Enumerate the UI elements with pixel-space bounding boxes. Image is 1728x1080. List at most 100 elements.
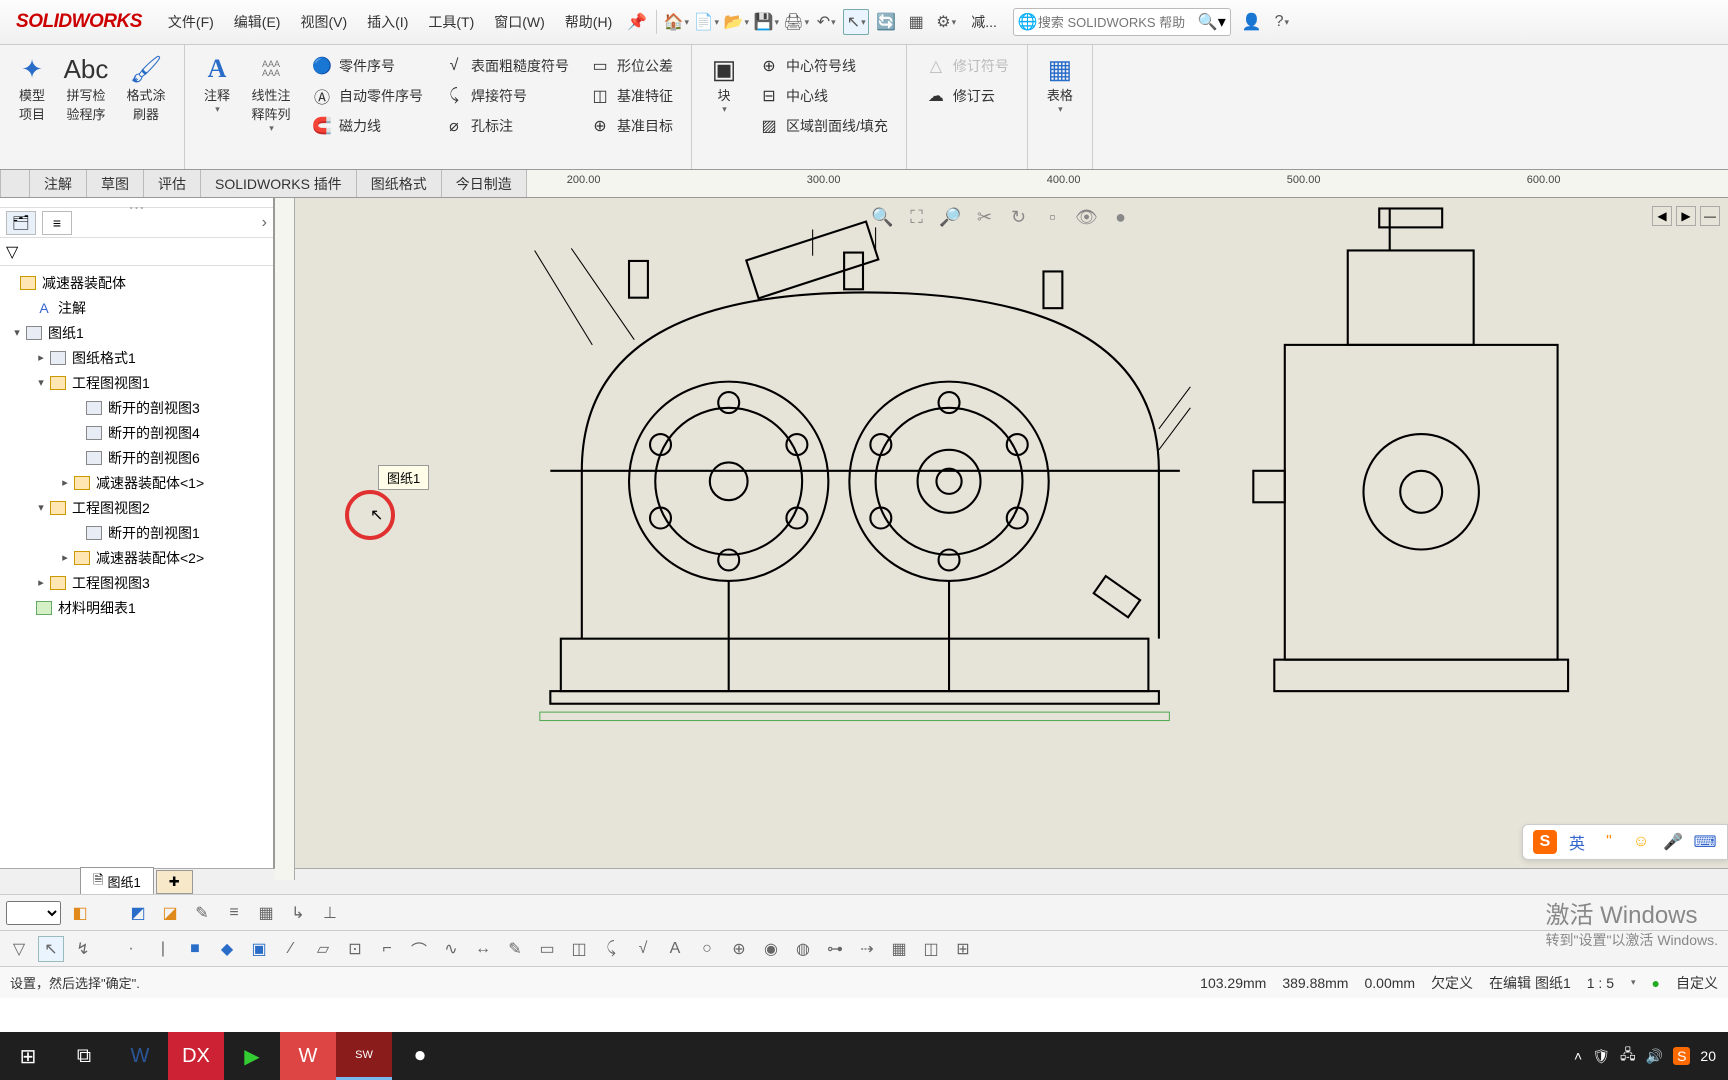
tray-sogou-icon[interactable]: S (1673, 1047, 1690, 1065)
menu-insert[interactable]: 插入(I) (357, 6, 418, 38)
ime-punct-icon[interactable]: " (1597, 830, 1621, 854)
plane-icon[interactable]: ▱ (310, 936, 336, 962)
minimize-icon[interactable]: — (1700, 206, 1720, 226)
task-view-button[interactable]: ⧉ (56, 1032, 112, 1080)
arc-icon[interactable]: ⌒ (406, 936, 432, 962)
tree-root[interactable]: 减速器装配体 (0, 270, 273, 295)
select-filter-icon[interactable]: ▽ (6, 936, 32, 962)
format-painter-button[interactable]: 🖌 格式涂刷器 (116, 49, 176, 127)
ime-keyboard-icon[interactable]: ⌨ (1693, 830, 1717, 854)
save-icon[interactable]: 💾▾ (753, 9, 779, 35)
section-view-icon[interactable]: ✂ (972, 204, 998, 230)
spline-icon[interactable]: ∿ (438, 936, 464, 962)
rev-cloud-button[interactable]: ☁修订云 (919, 81, 1015, 111)
tray-network-icon[interactable]: 🖧 (1620, 1044, 1636, 1068)
solidworks-app[interactable]: SW (336, 1032, 392, 1080)
tree-section1[interactable]: 断开的剖视图1 (0, 520, 273, 545)
sketch-point-icon[interactable]: ⊡ (342, 936, 368, 962)
rotate-view-icon[interactable]: ↻ (1006, 204, 1032, 230)
home-icon[interactable]: 🏠▾ (663, 9, 689, 35)
ime-lang[interactable]: 英 (1565, 830, 1589, 854)
tray-time[interactable]: 20 (1700, 1048, 1716, 1064)
rebuild-icon[interactable]: 🔄 (873, 9, 899, 35)
centerline-button[interactable]: ⊟中心线 (752, 81, 894, 111)
lasso-icon[interactable]: ↯ (70, 936, 96, 962)
zoom-area-icon[interactable]: ⛶ (904, 204, 930, 230)
menu-view[interactable]: 视图(V) (290, 6, 357, 38)
sheet1-tab[interactable]: 🗎 图纸1 (80, 867, 154, 897)
tree-view2[interactable]: ▾工程图视图2 (0, 495, 273, 520)
connection-icon[interactable]: ⊶ (822, 936, 848, 962)
status-custom[interactable]: 自定义 (1676, 973, 1718, 993)
menu-help[interactable]: 帮助(H) (555, 6, 622, 38)
expand-icon[interactable]: › (262, 214, 267, 232)
ime-emoji-icon[interactable]: ☺ (1629, 830, 1653, 854)
status-dropdown-icon[interactable]: ▾ (1631, 977, 1636, 988)
start-button[interactable]: ⊞ (0, 1032, 56, 1080)
shaded-icon[interactable]: ◪ (157, 900, 183, 926)
search-icon[interactable]: 🔍▾ (1198, 12, 1226, 32)
face-icon[interactable]: ■ (182, 936, 208, 962)
geo-tolerance-button[interactable]: ▭形位公差 (583, 51, 679, 81)
drawing-canvas[interactable]: 🔍 ⛶ 🔎 ✂ ↻ ▫ 👁 ● ◀ ▶ — (275, 198, 1728, 880)
word-app[interactable]: W (112, 1032, 168, 1080)
panel-grip[interactable]: ⋯ (0, 198, 273, 208)
chart-icon[interactable]: ⊥ (317, 900, 343, 926)
datum-feature-button[interactable]: ◫基准特征 (583, 81, 679, 111)
tree-asm2[interactable]: ▸减速器装配体<2> (0, 545, 273, 570)
tree-section6[interactable]: 断开的剖视图6 (0, 445, 273, 470)
next-view-icon[interactable]: ▶ (1676, 206, 1696, 226)
traffic-light-icon[interactable]: ● (1652, 975, 1660, 991)
display-style-icon[interactable]: ▫ (1040, 204, 1066, 230)
point-icon[interactable]: · (118, 936, 144, 962)
arrow-icon[interactable]: ↖ (38, 936, 64, 962)
zoom-prev-icon[interactable]: 🔎 (938, 204, 964, 230)
zoom-fit-icon[interactable]: 🔍 (870, 204, 896, 230)
lines-icon[interactable]: ≡ (221, 900, 247, 926)
axis-icon[interactable]: ⁄ (278, 936, 304, 962)
new-icon[interactable]: 📄▾ (693, 9, 719, 35)
auto-balloon-button[interactable]: Ⓐ自动零件序号 (305, 81, 429, 111)
block-filter-icon[interactable]: ▦ (886, 936, 912, 962)
pushpin-icon[interactable]: 📌 (624, 9, 650, 35)
tree-annotations[interactable]: A注解 (0, 295, 273, 320)
select-icon[interactable]: ↖▾ (843, 9, 869, 35)
block-button[interactable]: ▣ 块 ▾ (700, 49, 748, 119)
layer-dropdown[interactable] (6, 901, 61, 925)
menu-tools[interactable]: 工具(T) (418, 6, 484, 38)
truncated-label[interactable]: 减... (961, 6, 1007, 38)
tab-today-manufacture[interactable]: 今日制造 (442, 170, 527, 197)
menu-file[interactable]: 文件(F) (158, 6, 224, 38)
table-button[interactable]: ▦ 表格 ▾ (1036, 49, 1084, 119)
sogou-logo-icon[interactable]: S (1533, 830, 1557, 854)
tab-sketch[interactable]: 草图 (87, 170, 144, 197)
center-mark-button[interactable]: ⊕中心符号线 (752, 51, 894, 81)
spell-check-button[interactable]: Abc 拼写检验程序 (56, 49, 116, 127)
dowel-filter-icon[interactable]: ◉ (758, 936, 784, 962)
options-icon[interactable]: ⚙▾ (933, 9, 959, 35)
search-input[interactable] (1038, 15, 1198, 30)
tab-annotation[interactable]: 注解 (30, 170, 87, 197)
tree-sheet-format1[interactable]: ▸图纸格式1 (0, 345, 273, 370)
feature-tree[interactable]: 减速器装配体 A注解 ▾图纸1 ▸图纸格式1 ▾工程图视图1 断开的剖视图3 断… (0, 266, 273, 880)
add-sheet-button[interactable]: ✚ (156, 870, 193, 894)
filter-row[interactable]: ▽ (0, 238, 273, 266)
ime-bar[interactable]: S 英 " ☺ 🎤 ⌨ (1522, 824, 1728, 860)
gdt-filter-icon[interactable]: ▭ (534, 936, 560, 962)
weld-symbol-button[interactable]: ⤹焊接符号 (437, 81, 575, 111)
tree-view1[interactable]: ▾工程图视图1 (0, 370, 273, 395)
grid2-icon[interactable]: ▦ (253, 900, 279, 926)
ime-voice-icon[interactable]: 🎤 (1661, 830, 1685, 854)
centerline-filter-icon[interactable]: ⊕ (726, 936, 752, 962)
misc1-icon[interactable]: ◫ (918, 936, 944, 962)
menu-window[interactable]: 窗口(W) (484, 6, 555, 38)
tree-view3[interactable]: ▸工程图视图3 (0, 570, 273, 595)
vertical-icon[interactable]: | (150, 936, 176, 962)
body-icon[interactable]: ▣ (246, 936, 272, 962)
wps-app[interactable]: W (280, 1032, 336, 1080)
tab-evaluate[interactable]: 评估 (144, 170, 201, 197)
hide-show-icon[interactable]: 👁 (1074, 204, 1100, 230)
tab-sheet-format[interactable]: 图纸格式 (357, 170, 442, 197)
sf-filter-icon[interactable]: √ (630, 936, 656, 962)
isometric-icon[interactable]: ◩ (125, 900, 151, 926)
